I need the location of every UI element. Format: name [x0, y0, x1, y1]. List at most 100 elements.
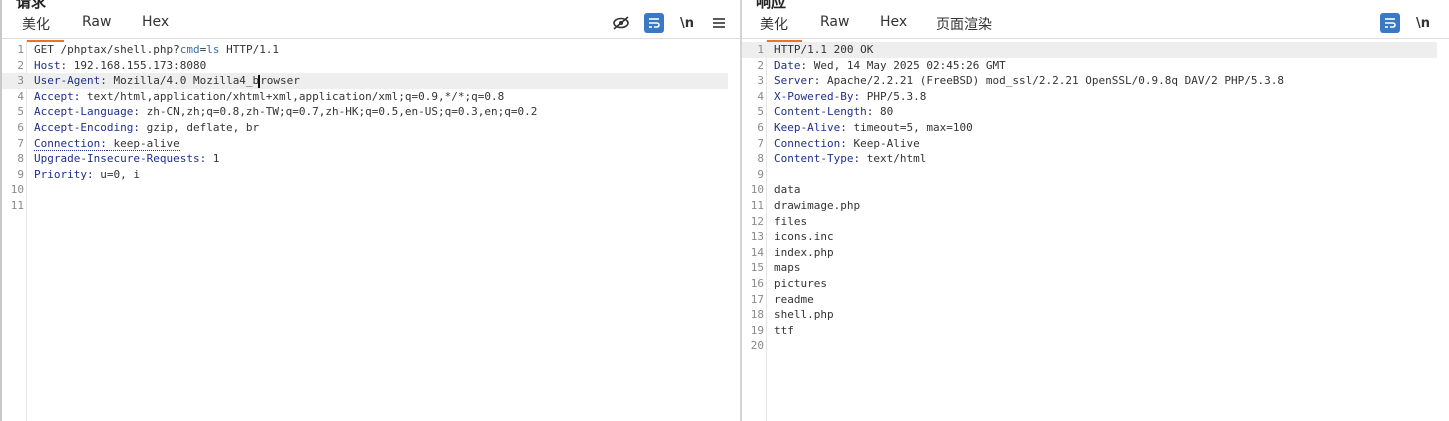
request-line-suffix: HTTP/1.1	[219, 43, 280, 56]
code-line[interactable]: 10	[2, 182, 728, 198]
code-line[interactable]: 9 Priority: u=0, i	[2, 167, 728, 183]
header-name: Content-Length:	[774, 105, 874, 119]
body-text: maps	[774, 261, 801, 275]
line-number: 18	[750, 308, 764, 322]
header-name: Connection:	[34, 136, 107, 151]
body-text: index.php	[774, 245, 834, 259]
line-content: Connection: Keep-Alive	[774, 136, 920, 152]
code-line[interactable]: 13 icons.inc	[742, 229, 1437, 245]
code-line[interactable]: 4 X-Powered-By: PHP/5.3.8	[742, 89, 1437, 105]
response-editor[interactable]: 1 HTTP/1.1 200 OK 2 Date: Wed, 14 May 2025 …	[742, 40, 1449, 421]
request-tabbar: 美化 Raw Hex \n	[2, 8, 740, 42]
header-value: 1	[206, 152, 220, 166]
line-number: 5	[757, 105, 764, 119]
header-value: keep-alive	[106, 136, 180, 151]
header-value: PHP/5.3.8	[860, 89, 927, 103]
header-name: Content-Type:	[774, 152, 861, 166]
eye-off-icon[interactable]	[610, 12, 632, 34]
code-line[interactable]: 4 Accept: text/html,application/xhtml+xml…	[2, 89, 728, 105]
code-line[interactable]: 2 Host: 192.168.155.173:8080	[2, 58, 728, 74]
menu-icon[interactable]	[712, 12, 726, 34]
header-value: gzip, deflate, br	[139, 121, 260, 134]
code-line[interactable]: 1 GET /phptax/shell.php?cmd=ls HTTP/1.1	[2, 42, 728, 58]
line-number: 8	[17, 152, 24, 166]
line-content: Accept-Encoding: gzip, deflate, br	[34, 120, 259, 136]
code-line[interactable]: 9	[742, 167, 1437, 183]
newline-toggle[interactable]: \n	[680, 12, 694, 34]
code-line[interactable]: 6 Keep-Alive: timeout=5, max=100	[742, 120, 1437, 136]
line-content: drawimage.php	[774, 198, 860, 214]
line-content: Connection: keep-alive	[34, 136, 180, 152]
query-param-value: ls	[206, 43, 220, 56]
line-number: 19	[750, 323, 764, 337]
tab-pretty[interactable]: 美化	[8, 14, 64, 42]
header-value: 80	[873, 105, 894, 119]
line-number: 7	[17, 136, 24, 150]
line-content: HTTP/1.1 200 OK	[774, 42, 873, 58]
line-number: 11	[750, 199, 764, 212]
code-line[interactable]: 3 Server: Apache/2.2.21 (FreeBSD) mod_ssl…	[742, 73, 1437, 89]
header-name: User-Agent:	[34, 74, 107, 88]
code-line[interactable]: 1 HTTP/1.1 200 OK	[742, 42, 1437, 58]
code-line[interactable]: 15 maps	[742, 260, 1437, 276]
header-value: Apache/2.2.21 (FreeBSD) mod_ssl/2.2.21 O…	[820, 74, 1284, 88]
code-line[interactable]: 8 Content-Type: text/html	[742, 151, 1437, 167]
code-line[interactable]: 16 pictures	[742, 276, 1437, 292]
line-content: X-Powered-By: PHP/5.3.8	[774, 89, 926, 105]
code-line[interactable]: 18 shell.php	[742, 307, 1437, 323]
line-content: files	[774, 214, 807, 230]
code-line[interactable]: 19 ttf	[742, 323, 1437, 339]
code-line[interactable]: 2 Date: Wed, 14 May 2025 02:45:26 GMT	[742, 58, 1437, 74]
tab-raw[interactable]: Raw	[820, 14, 849, 30]
header-value: Mozilla/4.0 Mozilla4_b	[106, 74, 260, 88]
line-content: Upgrade-Insecure-Requests: 1	[34, 151, 219, 167]
line-number: 17	[750, 292, 764, 306]
wrap-icon[interactable]	[1380, 12, 1400, 34]
wrap-icon[interactable]	[644, 12, 664, 34]
code-line[interactable]: 8 Upgrade-Insecure-Requests: 1	[2, 151, 728, 167]
line-content: Keep-Alive: timeout=5, max=100	[774, 120, 973, 136]
code-line[interactable]: 7 Connection: Keep-Alive	[742, 136, 1437, 152]
tab-hex[interactable]: Hex	[880, 14, 907, 30]
code-line[interactable]: 14 index.php	[742, 245, 1437, 261]
line-content: pictures	[774, 276, 827, 292]
line-content: Date: Wed, 14 May 2025 02:45:26 GMT	[774, 58, 1006, 74]
tab-pretty[interactable]: 美化	[746, 14, 802, 42]
code-line[interactable]: 12 files	[742, 214, 1437, 230]
line-content: index.php	[774, 245, 834, 261]
code-line[interactable]: 3 User-Agent: Mozilla/4.0 Mozilla4_browse…	[2, 73, 728, 89]
line-number: 7	[757, 136, 764, 150]
code-line[interactable]: 11 drawimage.php	[742, 198, 1437, 214]
tab-render[interactable]: 页面渲染	[936, 14, 992, 34]
line-number: 4	[757, 89, 764, 103]
code-line[interactable]: 7 Connection: keep-alive	[2, 136, 728, 152]
header-name: Upgrade-Insecure-Requests:	[34, 152, 207, 166]
tab-raw[interactable]: Raw	[82, 14, 111, 30]
line-number: 1	[757, 43, 764, 56]
line-number: 8	[757, 152, 764, 166]
body-text: readme	[774, 292, 814, 306]
line-content: User-Agent: Mozilla/4.0 Mozilla4_browser	[34, 73, 300, 89]
response-tabbar: 美化 Raw Hex 页面渲染 \n	[742, 8, 1449, 42]
header-value-rest: rowser	[260, 74, 300, 88]
code-line[interactable]: 11	[2, 198, 728, 214]
newline-toggle[interactable]: \n	[1416, 12, 1430, 34]
code-line[interactable]: 20	[742, 338, 1437, 354]
header-value: 192.168.155.173:8080	[67, 58, 207, 72]
line-number: 20	[750, 339, 764, 353]
line-content: Server: Apache/2.2.21 (FreeBSD) mod_ssl/…	[774, 73, 1284, 89]
request-editor[interactable]: 1 GET /phptax/shell.php?cmd=ls HTTP/1.1 2 H…	[2, 40, 740, 421]
code-line[interactable]: 6 Accept-Encoding: gzip, deflate, br	[2, 120, 728, 136]
body-text: files	[774, 214, 808, 228]
line-number: 2	[17, 58, 24, 72]
body-text: drawimage.php	[774, 199, 861, 212]
code-line[interactable]: 5 Accept-Language: zh-CN,zh;q=0.8,zh-TW;q…	[2, 104, 728, 120]
line-number: 1	[17, 43, 24, 56]
header-name: Date:	[774, 58, 808, 72]
tab-hex[interactable]: Hex	[142, 14, 169, 30]
code-line[interactable]: 17 readme	[742, 292, 1437, 308]
code-line[interactable]: 5 Content-Length: 80	[742, 104, 1437, 120]
line-content: Content-Type: text/html	[774, 151, 926, 167]
code-line[interactable]: 10 data	[742, 182, 1437, 198]
header-name: Connection:	[774, 136, 847, 150]
